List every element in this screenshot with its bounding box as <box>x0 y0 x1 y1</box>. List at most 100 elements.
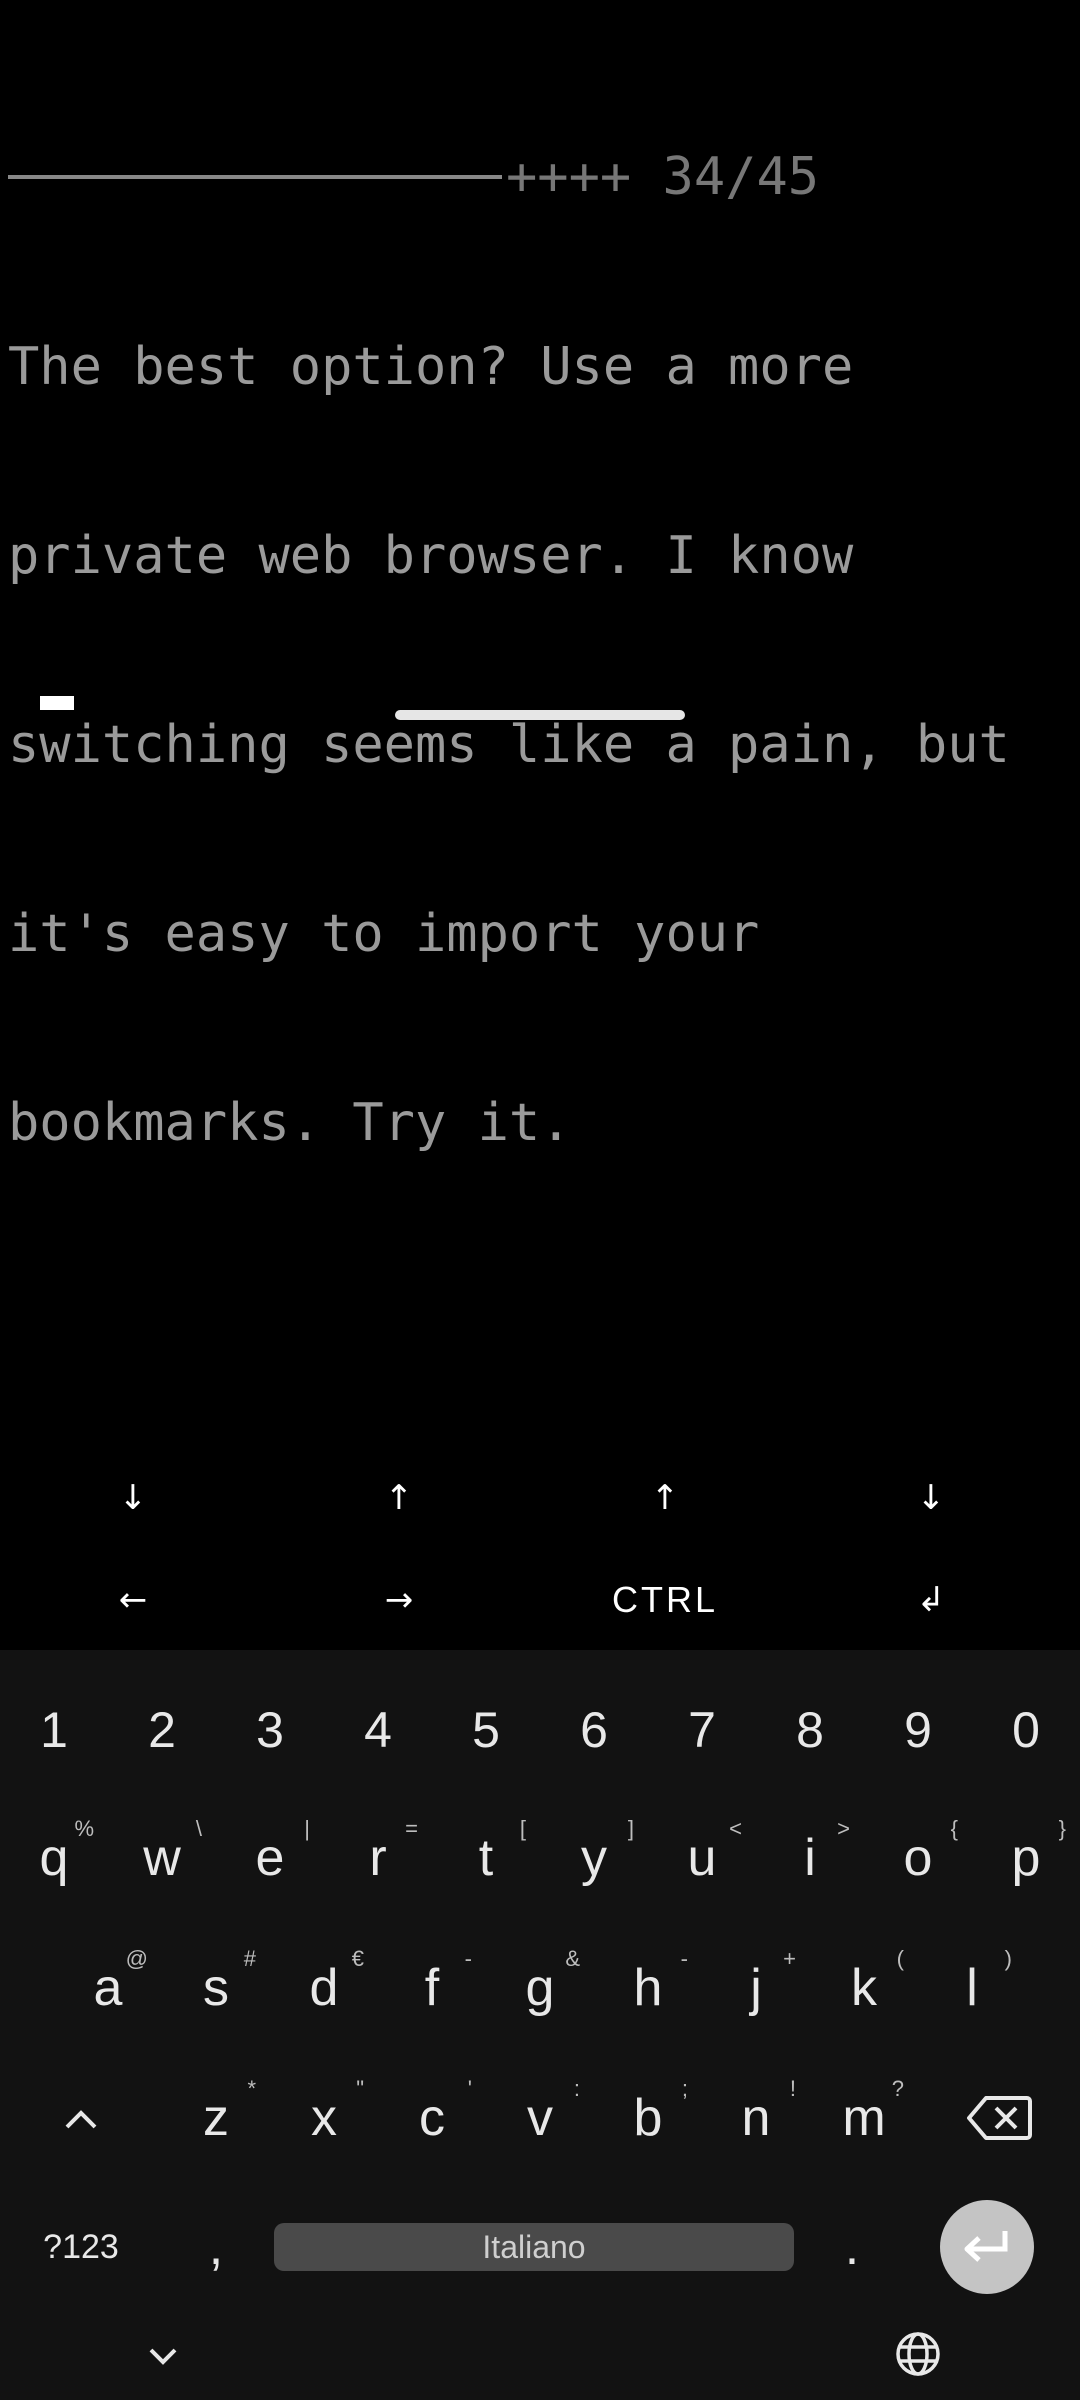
terminal-view[interactable]: ++++ 34/45 The best option? Use a more p… <box>0 0 1080 1440</box>
key-q[interactable]: q% <box>0 1798 108 1918</box>
key-m[interactable]: m? <box>810 2058 918 2178</box>
letter-row-z: z * x " c ' v: b; n! m? <box>0 2058 1080 2178</box>
letter-row-a: a @ s # d € f- g & h- j + k( l) <box>0 1928 1080 2048</box>
key-0[interactable]: 0 <box>972 1670 1080 1790</box>
key-alt: ) <box>1004 1946 1012 1971</box>
key-alt: * <box>247 2076 256 2101</box>
enter-icon <box>964 2231 1008 2262</box>
key-v[interactable]: v: <box>486 2058 594 2178</box>
key-alt: # <box>243 1946 256 1971</box>
space-bar[interactable]: Italiano <box>274 2223 794 2271</box>
key-k[interactable]: k( <box>810 1928 918 2048</box>
key-s[interactable]: s # <box>162 1928 270 2048</box>
key-alt: " <box>356 2076 364 2101</box>
key-label: w <box>143 1829 181 1887</box>
key-e[interactable]: e | <box>216 1798 324 1918</box>
key-l[interactable]: l) <box>918 1928 1026 2048</box>
key-label: z <box>203 2089 229 2147</box>
key-alt: ! <box>789 2076 796 2101</box>
key-x[interactable]: x " <box>270 2058 378 2178</box>
key-8[interactable]: 8 <box>756 1670 864 1790</box>
key-alt: [ <box>519 1816 526 1841</box>
backspace-icon <box>967 2096 1032 2140</box>
terminal-line: switching seems like a pain, but <box>8 715 1010 775</box>
key-label: b <box>633 2089 663 2147</box>
extra-key-down[interactable]: ↓ <box>0 1446 266 1550</box>
key-alt: - <box>464 1946 472 1971</box>
key-alt: ' <box>467 2076 472 2101</box>
key-label: a <box>93 1959 123 2017</box>
key-label: l <box>966 1959 978 2017</box>
terminal-output: The best option? Use a more private web … <box>8 210 1078 1281</box>
period-key[interactable]: . <box>798 2182 906 2312</box>
extra-key-down[interactable]: ↓ <box>798 1446 1064 1550</box>
terminal-line: The best option? Use a more <box>8 337 854 397</box>
key-alt: \ <box>195 1816 202 1841</box>
key-alt: ( <box>896 1946 904 1971</box>
key-label: f <box>424 1959 440 2017</box>
key-z[interactable]: z * <box>162 2058 270 2178</box>
key-6[interactable]: 6 <box>540 1670 648 1790</box>
key-label: h <box>633 1959 663 2017</box>
key-p[interactable]: p} <box>972 1798 1080 1918</box>
key-a[interactable]: a @ <box>54 1928 162 2048</box>
key-alt: @ <box>125 1946 148 1971</box>
key-label: y <box>581 1829 607 1887</box>
key-i[interactable]: i > <box>756 1798 864 1918</box>
text-cursor <box>40 696 74 710</box>
terminal-line: private web browser. I know <box>8 526 854 586</box>
enter-key[interactable] <box>940 2200 1034 2294</box>
key-7[interactable]: 7 <box>648 1670 756 1790</box>
key-n[interactable]: n! <box>702 2058 810 2178</box>
extra-key-enter[interactable]: ↲ <box>798 1548 1064 1652</box>
key-1[interactable]: 1 <box>0 1670 108 1790</box>
key-label: g <box>525 1959 555 2017</box>
key-g[interactable]: g & <box>486 1928 594 2048</box>
extra-key-up[interactable]: ↑ <box>532 1446 798 1550</box>
keyboard-nav-row <box>0 2312 1080 2400</box>
key-alt: ] <box>627 1816 634 1841</box>
symbols-key[interactable]: ?123 <box>0 2182 162 2312</box>
hide-keyboard-button[interactable] <box>135 2328 191 2384</box>
key-w[interactable]: w \ <box>108 1798 216 1918</box>
extra-keys-row-1: ↓ ↑ ↑ ↓ <box>0 1446 1080 1550</box>
key-alt: : <box>573 2076 580 2101</box>
extra-key-left[interactable]: ← <box>0 1548 266 1652</box>
key-c[interactable]: c ' <box>378 2058 486 2178</box>
key-h[interactable]: h- <box>594 1928 702 2048</box>
key-b[interactable]: b; <box>594 2058 702 2178</box>
key-label: j <box>750 1959 762 2017</box>
number-row: 1 2 3 4 5 6 7 8 9 0 <box>0 1670 1080 1790</box>
key-3[interactable]: 3 <box>216 1670 324 1790</box>
enter-key-wrap <box>906 2182 1068 2312</box>
key-5[interactable]: 5 <box>432 1670 540 1790</box>
terminal-line: it's easy to import your <box>8 904 760 964</box>
key-2[interactable]: 2 <box>108 1670 216 1790</box>
key-9[interactable]: 9 <box>864 1670 972 1790</box>
key-f[interactable]: f- <box>378 1928 486 2048</box>
language-button[interactable] <box>890 2326 946 2382</box>
key-j[interactable]: j + <box>702 1928 810 2048</box>
extra-key-up[interactable]: ↑ <box>266 1446 532 1550</box>
key-y[interactable]: y] <box>540 1798 648 1918</box>
chevron-down-icon <box>149 2348 177 2365</box>
key-o[interactable]: o{ <box>864 1798 972 1918</box>
comma-key[interactable]: , <box>162 2182 270 2312</box>
key-alt: { <box>950 1816 958 1841</box>
extra-key-ctrl[interactable]: CTRL <box>532 1548 798 1652</box>
progress-text: ++++ 34/45 <box>506 147 820 207</box>
home-indicator[interactable] <box>395 710 685 720</box>
key-alt: & <box>565 1946 580 1971</box>
key-t[interactable]: t[ <box>432 1798 540 1918</box>
shift-key[interactable] <box>0 2058 162 2178</box>
extra-key-right[interactable]: → <box>266 1548 532 1652</box>
key-label: k <box>851 1959 877 2017</box>
key-r[interactable]: r = <box>324 1798 432 1918</box>
bottom-row: ?123 , Italiano . <box>0 2182 1080 2312</box>
backspace-key[interactable] <box>918 2058 1080 2178</box>
key-u[interactable]: u < <box>648 1798 756 1918</box>
key-4[interactable]: 4 <box>324 1670 432 1790</box>
key-alt: | <box>304 1816 310 1841</box>
key-label: s <box>203 1959 229 2017</box>
key-d[interactable]: d € <box>270 1928 378 2048</box>
